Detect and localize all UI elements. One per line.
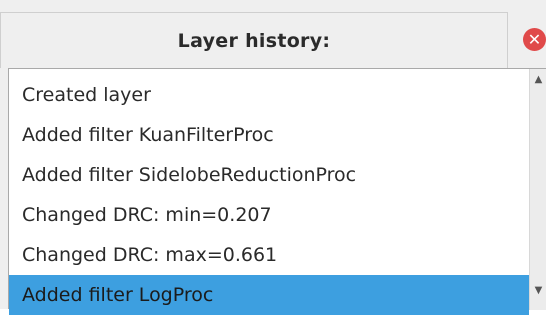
vertical-scrollbar[interactable]: ▲ ▼ (529, 69, 546, 310)
history-item-log-proc[interactable]: Added filter LogProc (9, 275, 529, 315)
scroll-down-arrow-icon[interactable]: ▼ (530, 282, 546, 300)
panel-title: Layer history: (177, 30, 331, 52)
history-list: Created layer Added filter KuanFilterPro… (9, 75, 529, 315)
history-item-created-layer[interactable]: Created layer (9, 75, 529, 115)
history-item-drc-max[interactable]: Changed DRC: max=0.661 (9, 235, 529, 275)
history-item-sidelobe-reduction[interactable]: Added filter SidelobeReductionProc (9, 155, 529, 195)
history-item-kuan-filter[interactable]: Added filter KuanFilterProc (9, 115, 529, 155)
history-list-box: Created layer Added filter KuanFilterPro… (8, 68, 546, 315)
layer-history-window: Layer history: ✕ Created layer Added fil… (0, 0, 546, 315)
panel-header: Layer history: ✕ (0, 0, 546, 68)
scroll-up-arrow-icon[interactable]: ▲ (530, 71, 546, 89)
history-item-drc-min[interactable]: Changed DRC: min=0.207 (9, 195, 529, 235)
close-icon[interactable]: ✕ (523, 28, 546, 51)
